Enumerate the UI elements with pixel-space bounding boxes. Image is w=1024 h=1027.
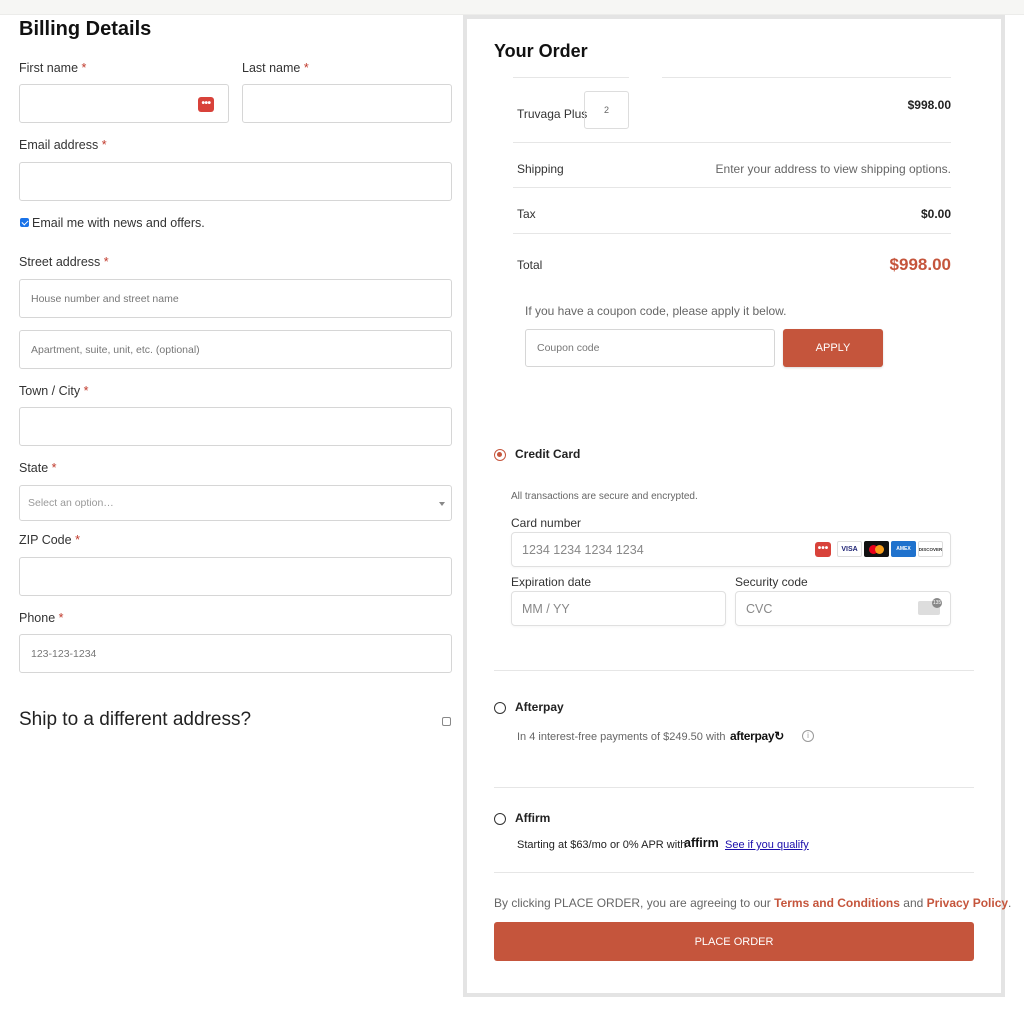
divider xyxy=(513,233,951,234)
order-title: Your Order xyxy=(494,41,588,61)
affirm-label: Affirm xyxy=(515,811,551,825)
agreement-text: By clicking PLACE ORDER, you are agreein… xyxy=(494,896,1012,910)
chevron-down-icon xyxy=(439,502,445,506)
billing-title: Billing Details xyxy=(19,18,152,40)
coupon-input[interactable]: Coupon code xyxy=(525,329,775,367)
state-selected-value: Select an option… xyxy=(28,497,114,509)
email-input[interactable] xyxy=(19,162,452,201)
street1-input[interactable]: House number and street name xyxy=(19,279,452,318)
shipping-value: Enter your address to view shipping opti… xyxy=(715,162,951,176)
city-label: Town / City * xyxy=(19,384,89,398)
card-number-label: Card number xyxy=(511,516,582,530)
email-label: Email address * xyxy=(19,138,107,152)
zip-input[interactable] xyxy=(19,557,452,596)
city-input[interactable] xyxy=(19,407,452,446)
affirm-radio[interactable] xyxy=(494,813,506,825)
total-value: $998.00 xyxy=(889,255,951,274)
divider xyxy=(494,670,974,671)
ship-different-checkbox[interactable] xyxy=(442,717,451,726)
item-price: $998.00 xyxy=(907,98,951,112)
security-code-input[interactable]: CVC 135 xyxy=(735,591,951,626)
mastercard-icon xyxy=(864,541,889,557)
place-order-button[interactable]: PLACE ORDER xyxy=(494,922,974,961)
shipping-label: Shipping xyxy=(517,162,564,176)
divider xyxy=(494,872,974,873)
coupon-prompt: If you have a coupon code, please apply … xyxy=(525,304,787,318)
item-quantity-input[interactable]: 2 xyxy=(584,91,629,129)
terms-link[interactable]: Terms and Conditions xyxy=(774,896,900,910)
item-name: Truvaga Plus xyxy=(517,107,588,121)
email-optin-label: Email me with news and offers. xyxy=(32,216,205,230)
first-name-input[interactable]: ••• xyxy=(19,84,229,123)
visa-icon: VISA xyxy=(837,541,862,557)
email-optin-checkbox[interactable] xyxy=(20,218,29,227)
expiration-input[interactable]: MM / YY xyxy=(511,591,726,626)
ship-different-label: Ship to a different address? xyxy=(19,709,252,730)
security-code-placeholder: CVC xyxy=(746,601,773,616)
apply-coupon-button[interactable]: APPLY xyxy=(783,329,883,367)
divider xyxy=(494,787,974,788)
divider xyxy=(662,77,951,78)
cvc-card-icon: 135 xyxy=(918,598,942,615)
divider xyxy=(513,142,951,143)
total-label: Total xyxy=(517,258,543,272)
amex-icon: AMEX xyxy=(891,541,916,557)
credit-card-label: Credit Card xyxy=(515,447,581,461)
afterpay-text: In 4 interest-free payments of $249.50 w… xyxy=(517,731,726,743)
order-panel: Your Order Truvaga Plus 2 $998.00 Shippi… xyxy=(463,15,1011,997)
phone-label: Phone * xyxy=(19,611,64,625)
afterpay-logo: afterpay↻ xyxy=(730,729,785,743)
discover-icon: DISCOVER xyxy=(918,541,943,557)
secure-note: All transactions are secure and encrypte… xyxy=(511,491,698,502)
password-manager-icon[interactable]: ••• xyxy=(815,542,831,557)
affirm-text: Starting at $63/mo or 0% APR with xyxy=(517,839,687,851)
security-code-label: Security code xyxy=(735,575,808,589)
last-name-input[interactable] xyxy=(242,84,452,123)
last-name-label: Last name * xyxy=(242,61,309,75)
expiration-label: Expiration date xyxy=(511,575,592,589)
credit-card-radio[interactable] xyxy=(494,449,506,461)
street2-input[interactable]: Apartment, suite, unit, etc. (optional) xyxy=(19,330,452,369)
divider xyxy=(513,187,951,188)
info-icon[interactable]: i xyxy=(802,730,814,742)
state-label: State * xyxy=(19,461,57,475)
tax-value: $0.00 xyxy=(920,207,951,221)
expiration-placeholder: MM / YY xyxy=(522,601,570,616)
afterpay-label: Afterpay xyxy=(515,700,564,714)
divider xyxy=(513,77,629,78)
privacy-link[interactable]: Privacy Policy xyxy=(927,896,1008,910)
affirm-qualify-link[interactable]: See if you qualify xyxy=(725,839,809,851)
phone-input[interactable]: 123-123-1234 xyxy=(19,634,452,673)
zip-label: ZIP Code * xyxy=(19,533,80,547)
state-select[interactable]: Select an option… xyxy=(19,485,452,521)
street-label: Street address * xyxy=(19,255,109,269)
tax-label: Tax xyxy=(517,207,536,221)
card-number-placeholder: 1234 1234 1234 1234 xyxy=(522,542,644,557)
first-name-label: First name * xyxy=(19,61,87,75)
top-bar xyxy=(0,0,1024,15)
afterpay-radio[interactable] xyxy=(494,702,506,714)
password-manager-icon[interactable]: ••• xyxy=(198,97,214,112)
affirm-logo: affirm xyxy=(684,836,719,850)
billing-section: Billing Details xyxy=(19,18,453,44)
